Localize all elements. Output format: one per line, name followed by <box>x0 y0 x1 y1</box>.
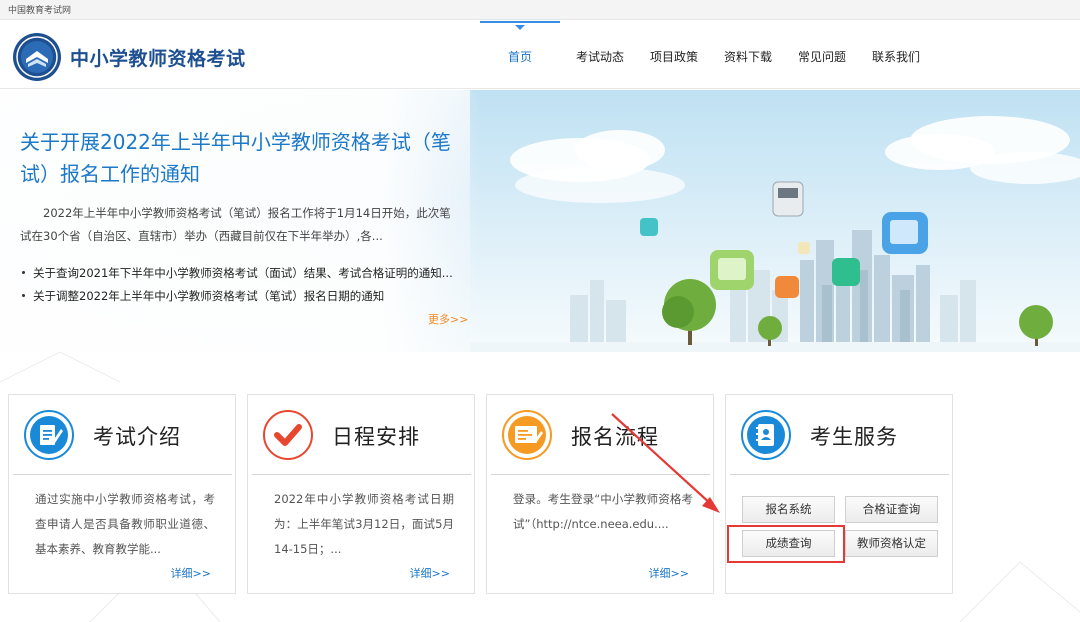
main-nav: 首页 考试动态 项目政策 资料下载 常见问题 联系我们 <box>480 21 936 89</box>
registration-system-button[interactable]: 报名系统 <box>742 496 835 523</box>
card-detail-link[interactable]: 详细>> <box>171 565 211 581</box>
card-header: 考生服务 <box>726 395 952 475</box>
divider <box>13 474 232 475</box>
nav-exam-news[interactable]: 考试动态 <box>560 21 640 89</box>
card-schedule: 日程安排 2022年中小学教师资格考试日期为：上半年笔试3月12日，面试5月14… <box>247 394 475 594</box>
bullet-icon <box>22 294 25 297</box>
card-detail-link[interactable]: 详细>> <box>649 565 689 581</box>
news-item[interactable]: 关于调整2022年上半年中小学教师资格考试（笔试）报名日期的通知 <box>20 285 460 308</box>
bullet-icon <box>22 271 25 274</box>
score-query-highlight-box <box>727 525 845 563</box>
nav-downloads-label: 资料下载 <box>723 50 772 64</box>
nav-contact[interactable]: 联系我们 <box>856 21 936 89</box>
divider <box>252 474 471 475</box>
card-exam-intro: 考试介绍 通过实施中小学教师资格考试，考查申请人是否具备教师职业道德、基本素养、… <box>8 394 236 594</box>
nav-home[interactable]: 首页 <box>480 21 560 89</box>
nav-faq-label: 常见问题 <box>797 50 846 64</box>
divider <box>491 474 710 475</box>
registration-form-icon <box>502 410 552 460</box>
site-logo-icon[interactable] <box>12 32 62 82</box>
nav-faq[interactable]: 常见问题 <box>788 21 856 89</box>
top-strip: 中国教育考试网 <box>0 0 1080 20</box>
teacher-qualification-button[interactable]: 教师资格认定 <box>845 530 938 557</box>
contact-book-icon <box>741 410 791 460</box>
news-item-text: 关于调整2022年上半年中小学教师资格考试（笔试）报名日期的通知 <box>33 289 385 303</box>
site-header: 中小学教师资格考试 首页 考试动态 项目政策 资料下载 常见问题 联系我们 <box>0 21 1080 89</box>
divider <box>730 474 949 475</box>
card-title[interactable]: 报名流程 <box>571 421 659 451</box>
nav-contact-label: 联系我们 <box>871 50 920 64</box>
banner-text-panel: 关于开展2022年上半年中小学教师资格考试（笔试）报名工作的通知 2022年上半… <box>0 90 480 352</box>
card-detail-link[interactable]: 详细>> <box>410 565 450 581</box>
banner-summary: 2022年上半年中小学教师资格考试（笔试）报名工作将于1月14日开始，此次笔试在… <box>20 206 451 243</box>
news-banner: 关于开展2022年上半年中小学教师资格考试（笔试）报名工作的通知 2022年上半… <box>0 90 1080 352</box>
site-title[interactable]: 中小学教师资格考试 <box>70 44 246 71</box>
checkmark-icon <box>263 410 313 460</box>
nav-policy-label: 项目政策 <box>649 50 698 64</box>
nav-exam-news-label: 考试动态 <box>575 50 624 64</box>
certificate-query-button[interactable]: 合格证查询 <box>845 496 938 523</box>
nav-home-label: 首页 <box>507 50 532 64</box>
banner-headline[interactable]: 关于开展2022年上半年中小学教师资格考试（笔试）报名工作的通知 <box>20 126 460 190</box>
news-list: 关于查询2021年下半年中小学教师资格考试（面试）结果、考试合格证明的通知...… <box>20 262 460 308</box>
card-header: 考试介绍 <box>9 395 235 475</box>
card-registration-process: 报名流程 登录。考生登录“中小学教师资格考试”（http://ntce.neea… <box>486 394 714 594</box>
document-edit-icon <box>24 410 74 460</box>
card-candidate-services: 考生服务 报名系统 合格证查询 成绩查询 教师资格认定 <box>725 394 953 594</box>
nav-policy[interactable]: 项目政策 <box>640 21 708 89</box>
card-body: 通过实施中小学教师资格考试，考查申请人是否具备教师职业道德、基本素养、教育教学能… <box>35 492 215 556</box>
card-header: 日程安排 <box>248 395 474 475</box>
card-title[interactable]: 日程安排 <box>332 421 420 451</box>
card-title[interactable]: 考试介绍 <box>93 421 181 451</box>
card-body: 登录。考生登录“中小学教师资格考试”（http://ntce.neea.edu.… <box>513 492 693 531</box>
card-title[interactable]: 考生服务 <box>810 421 898 451</box>
card-body: 2022年中小学教师资格考试日期为：上半年笔试3月12日，面试5月14-15日；… <box>274 492 454 556</box>
nav-active-caret-icon <box>515 25 525 30</box>
card-header: 报名流程 <box>487 395 713 475</box>
news-item-text: 关于查询2021年下半年中小学教师资格考试（面试）结果、考试合格证明的通知... <box>33 266 453 280</box>
more-news-link[interactable]: 更多>> <box>428 311 468 327</box>
news-item[interactable]: 关于查询2021年下半年中小学教师资格考试（面试）结果、考试合格证明的通知... <box>20 262 460 285</box>
banner-illustration-icon <box>470 90 1080 352</box>
feature-cards: 考试介绍 通过实施中小学教师资格考试，考查申请人是否具备教师职业道德、基本素养、… <box>0 352 1080 622</box>
top-strip-site-link[interactable]: 中国教育考试网 <box>8 3 71 16</box>
nav-downloads[interactable]: 资料下载 <box>708 21 788 89</box>
